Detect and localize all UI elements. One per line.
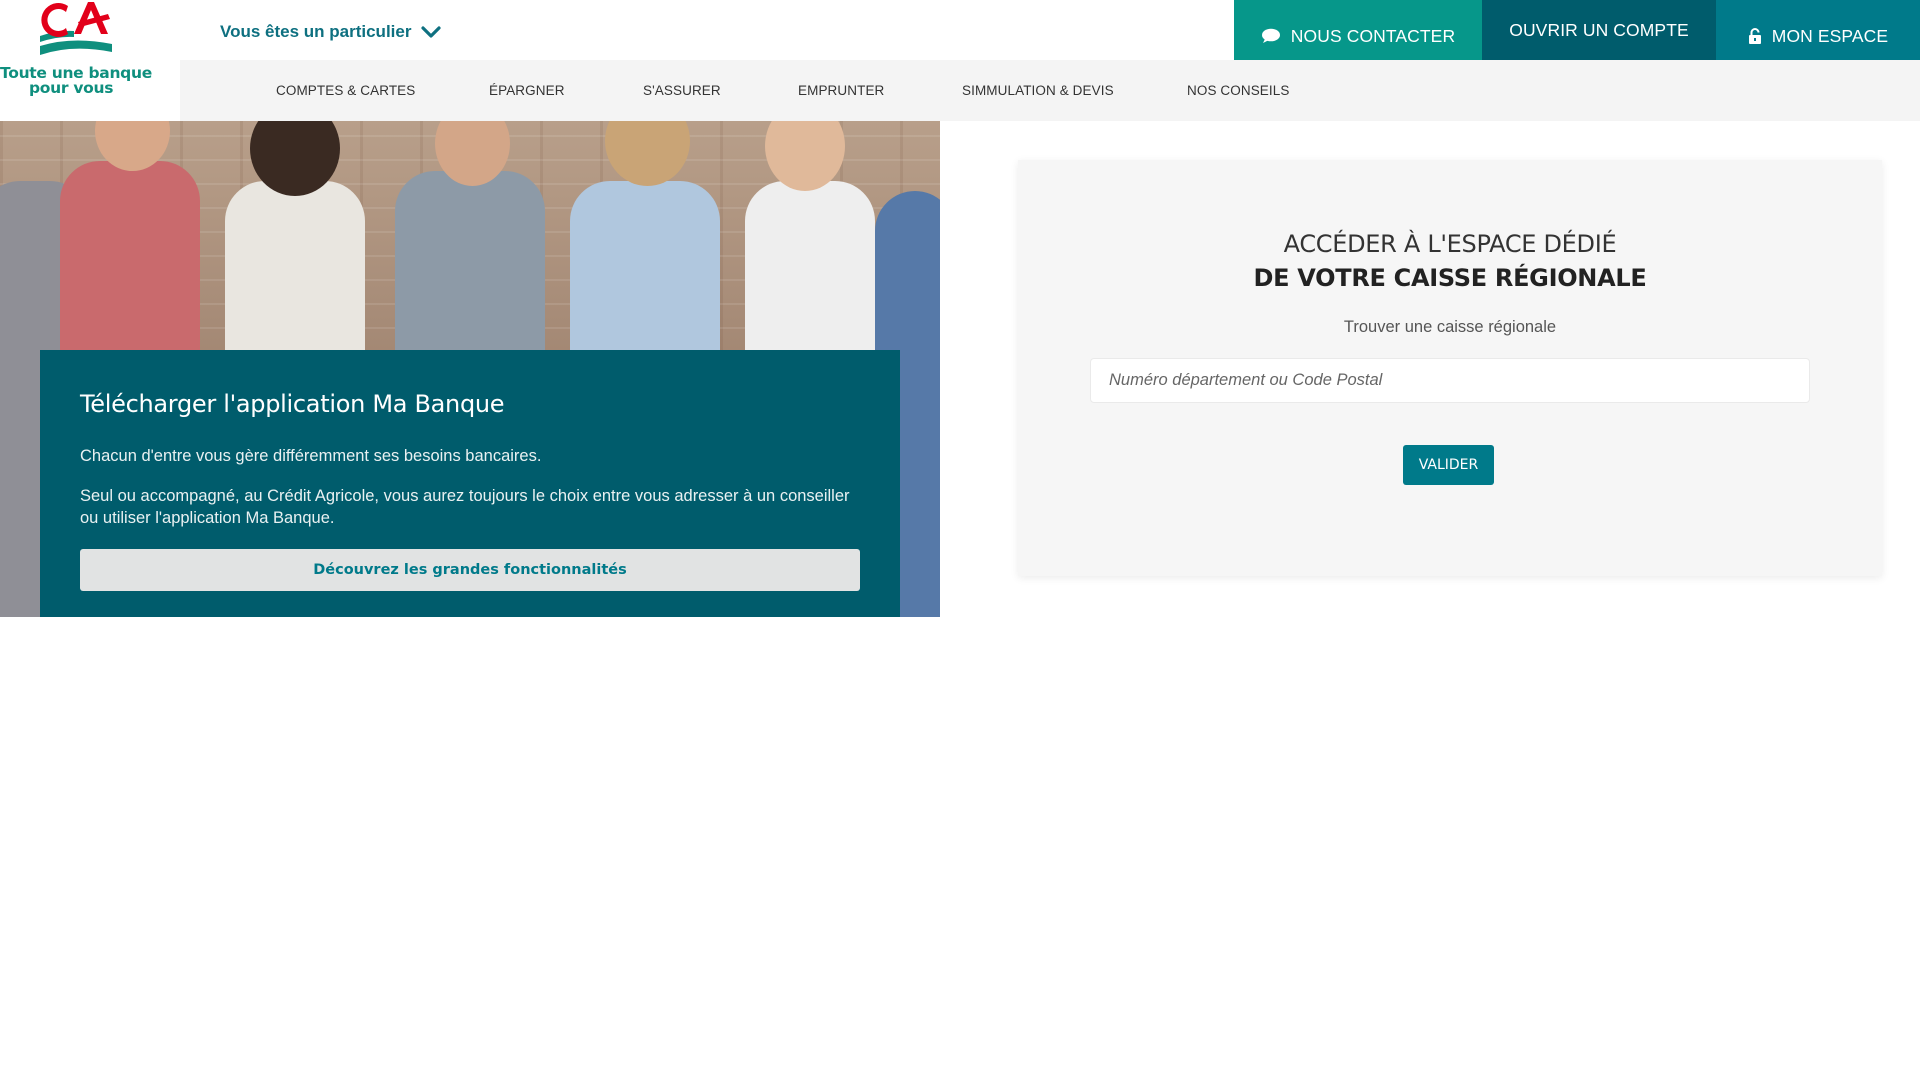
contact-button[interactable]: NOUS CONTACTER: [1234, 0, 1482, 60]
chevron-down-icon: [421, 26, 442, 38]
nav-item-comptes-cartes[interactable]: COMPTES & CARTES: [276, 60, 415, 121]
chat-bubble-icon: [1261, 28, 1280, 43]
nav-item-sassurer[interactable]: S'ASSURER: [643, 60, 721, 121]
tagline-line-2: pour vous: [29, 79, 114, 97]
lock-icon: [1748, 28, 1761, 44]
finder-heading-line-2: DE VOTRE CAISSE RÉGIONALE: [1253, 264, 1647, 292]
validate-button[interactable]: VALIDER: [1403, 445, 1494, 485]
credit-agricole-logo: [40, 2, 112, 55]
customer-type-selector[interactable]: Vous êtes un particulier: [220, 20, 442, 44]
brand-tagline: Toute une banque pour vous: [0, 65, 180, 97]
open-account-button[interactable]: OUVRIR UN COMPTE: [1482, 0, 1716, 60]
open-account-label: OUVRIR UN COMPTE: [1509, 19, 1689, 40]
my-space-button[interactable]: MON ESPACE: [1716, 0, 1920, 60]
main-navigation: COMPTES & CARTES ÉPARGNER S'ASSURER EMPR…: [0, 60, 1920, 121]
top-bar: Vous êtes un particulier NOUS CONTACTER …: [0, 0, 1920, 60]
finder-subtitle: Trouver une caisse régionale: [1343, 318, 1557, 336]
app-promo-card: Télécharger l'application Ma Banque Chac…: [40, 350, 900, 617]
finder-heading-line-1: ACCÉDER À L'ESPACE DÉDIÉ: [1283, 230, 1617, 258]
discover-features-button[interactable]: Découvrez les grandes fonctionnalités: [80, 549, 860, 591]
promo-paragraph-1: Chacun d'entre vous gère différemment se…: [80, 447, 542, 465]
nav-item-nos-conseils[interactable]: NOS CONSEILS: [1187, 60, 1289, 121]
postal-code-input[interactable]: [1090, 358, 1810, 403]
promo-paragraph-2: Seul ou accompagné, au Crédit Agricole, …: [80, 487, 850, 527]
contact-button-label: NOUS CONTACTER: [1290, 25, 1456, 46]
customer-type-label: Vous êtes un particulier: [220, 22, 412, 41]
nav-item-epargner[interactable]: ÉPARGNER: [489, 60, 565, 121]
hero-banner: Télécharger l'application Ma Banque Chac…: [0, 121, 940, 617]
nav-item-simulation-devis[interactable]: SIMMULATION & DEVIS: [962, 60, 1114, 121]
brand-logo[interactable]: Toute une banque pour vous: [0, 0, 180, 121]
regional-bank-finder: ACCÉDER À L'ESPACE DÉDIÉ DE VOTRE CAISSE…: [1018, 160, 1882, 576]
nav-item-emprunter[interactable]: EMPRUNTER: [798, 60, 884, 121]
promo-title: Télécharger l'application Ma Banque: [80, 390, 505, 418]
my-space-label: MON ESPACE: [1771, 25, 1889, 46]
